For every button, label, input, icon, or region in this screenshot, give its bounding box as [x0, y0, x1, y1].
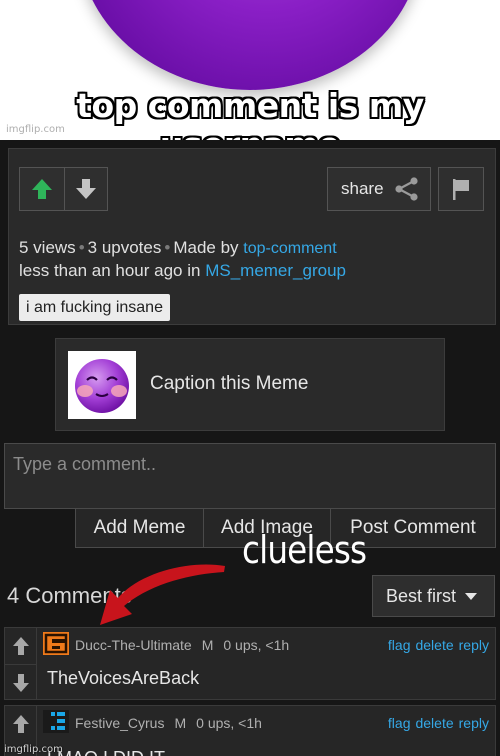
comment-username[interactable]: Ducc-The-Ultimate — [75, 637, 192, 653]
flag-button[interactable] — [438, 167, 484, 211]
arrow-up-icon — [12, 637, 29, 655]
upvotes-count: 3 upvotes — [87, 238, 162, 257]
share-icon — [394, 177, 418, 201]
arrow-up-icon — [31, 179, 52, 199]
clueless-overlay-text: clueless — [242, 528, 367, 572]
sort-label: Best first — [386, 585, 457, 606]
vote-group — [19, 167, 108, 211]
post-tag[interactable]: i am fucking insane — [19, 294, 170, 321]
comment-input[interactable]: Type a comment.. — [4, 443, 496, 509]
downvote-button[interactable] — [63, 168, 108, 210]
comment-body: LMAO I DID IT — [47, 748, 165, 756]
meme-image-top: top comment is my username imgflip.com — [0, 0, 500, 140]
group-link[interactable]: MS_memer_group — [205, 261, 346, 280]
upvote-button[interactable] — [20, 168, 64, 210]
arrow-down-icon — [75, 179, 96, 199]
comment-header: Festive_Cyrus M 0 ups, <1h — [75, 715, 262, 731]
post-panel: share 5 views • 3 upvotes • Made by top-comm… — [8, 148, 496, 325]
share-label: share — [341, 179, 384, 198]
comment-body: TheVoicesAreBack — [47, 668, 200, 688]
delete-link[interactable]: delete — [415, 715, 453, 731]
comment-upvote-button[interactable] — [5, 628, 36, 664]
chevron-down-icon — [465, 593, 478, 600]
meme-thumbnail — [68, 351, 136, 419]
reply-link[interactable]: reply — [459, 715, 489, 731]
comment-stats: 0 ups, <1h — [196, 715, 262, 731]
watermark-bottom: imgflip.com — [4, 744, 63, 755]
delete-link[interactable]: delete — [415, 637, 453, 653]
screenshot-area: share 5 views • 3 upvotes • Made by top-comm… — [0, 140, 500, 756]
caption-meme-label: Caption this Meme — [150, 373, 309, 394]
comment-stats: 0 ups, <1h — [223, 637, 290, 653]
time-label: less than an hour ago in — [19, 261, 201, 280]
made-by-label: Made by — [173, 238, 239, 257]
flag-link[interactable]: flag — [388, 637, 411, 653]
purple-ball-image — [78, 0, 422, 90]
author-link[interactable]: top-comment — [243, 240, 336, 257]
comment-item: Ducc-The-Ultimate M 0 ups, <1h flag delete r… — [4, 627, 496, 700]
arrow-up-icon — [12, 715, 29, 733]
comment-links: flag delete reply — [383, 715, 489, 731]
comment-username[interactable]: Festive_Cyrus — [75, 715, 164, 731]
watermark: imgflip.com — [6, 124, 65, 135]
reply-link[interactable]: reply — [459, 637, 489, 653]
sort-select[interactable]: Best first — [372, 575, 495, 617]
comment-header: Ducc-The-Ultimate M 0 ups, <1h — [75, 637, 289, 653]
comments-count: 4 Comments — [7, 583, 132, 608]
arrow-down-icon — [12, 673, 29, 692]
flag-link[interactable]: flag — [388, 715, 411, 731]
user-avatar[interactable] — [43, 710, 69, 733]
add-meme-button[interactable]: Add Meme — [76, 509, 203, 547]
comment-links: flag delete reply — [383, 637, 489, 653]
comment-gender: M — [174, 715, 187, 731]
purple-face-icon — [75, 359, 129, 413]
comment-upvote-button[interactable] — [5, 706, 36, 742]
comment-downvote-button[interactable] — [5, 664, 36, 700]
flag-icon — [453, 179, 469, 200]
share-button[interactable]: share — [327, 167, 431, 211]
comment-item: Festive_Cyrus M 0 ups, <1h flag delete reply… — [4, 705, 496, 756]
views-count: 5 views — [19, 238, 76, 257]
user-avatar[interactable] — [43, 632, 69, 655]
comment-gender: M — [201, 637, 214, 653]
caption-meme-button[interactable]: Caption this Meme — [55, 338, 445, 431]
meme-caption: top comment is my username — [76, 86, 424, 140]
comment-vote — [5, 628, 37, 699]
post-meta: 5 views • 3 upvotes • Made by top-comment le… — [19, 238, 346, 280]
